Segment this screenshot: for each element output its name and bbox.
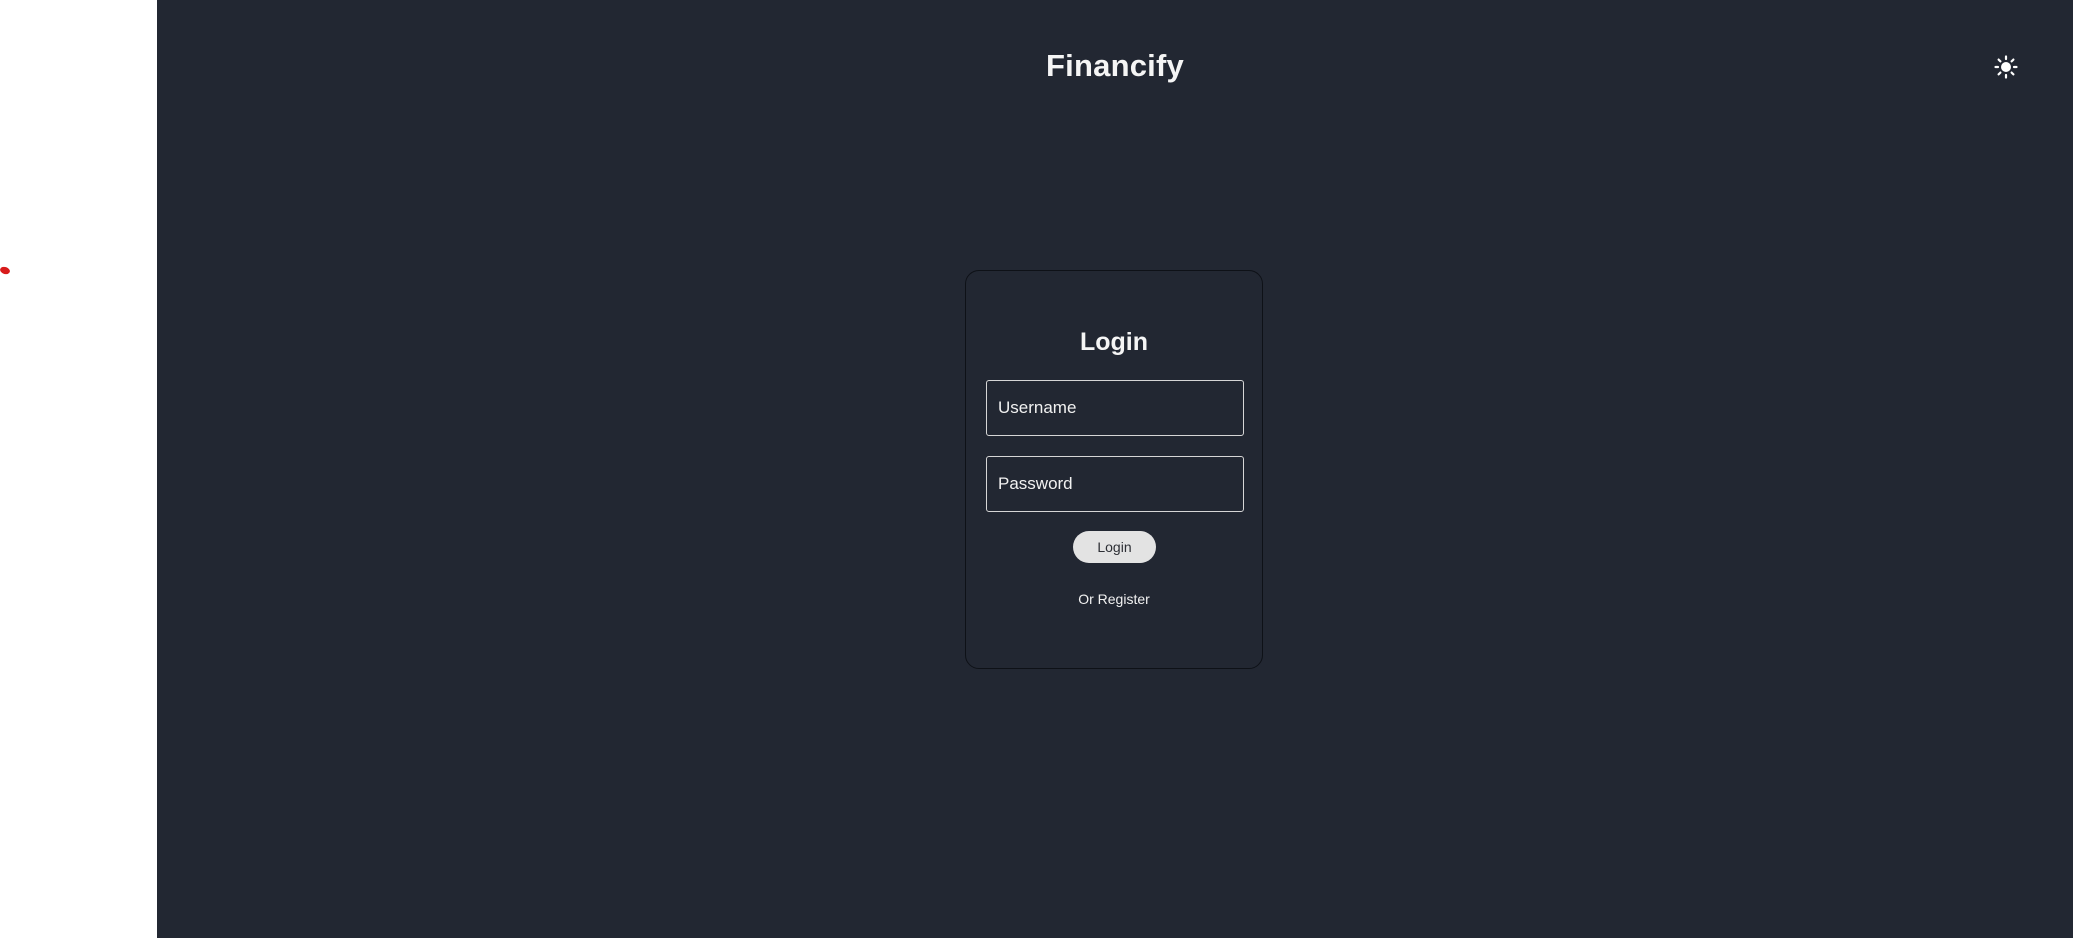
left-blank-strip <box>0 0 157 938</box>
password-input[interactable] <box>986 456 1244 512</box>
app-title: Financify <box>1046 48 1184 83</box>
theme-toggle-button[interactable] <box>1991 52 2021 82</box>
register-link[interactable]: Or Register <box>966 591 1262 607</box>
username-input[interactable] <box>986 380 1244 436</box>
login-card: Login Login Or Register <box>965 270 1263 669</box>
login-button[interactable]: Login <box>1073 531 1156 563</box>
login-heading: Login <box>1079 328 1149 356</box>
app-window: Financify Login Login Or <box>157 0 2073 938</box>
sun-icon <box>1994 55 2018 79</box>
red-marker <box>0 265 11 276</box>
